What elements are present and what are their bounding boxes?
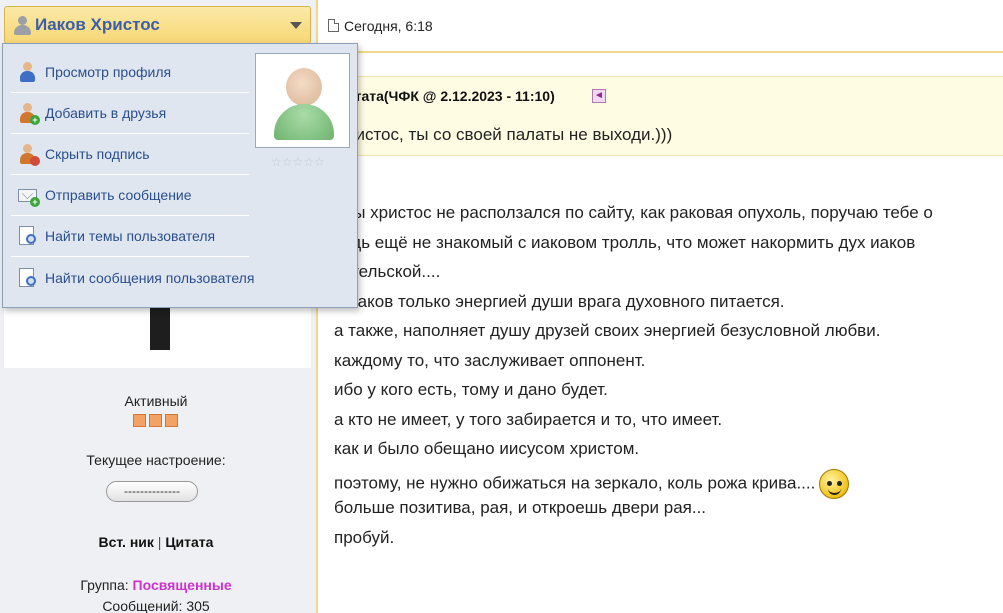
menu-item-find-posts[interactable]: Найти сообщения пользователя: [11, 257, 351, 298]
avatar: [255, 53, 350, 148]
group-label: Группа:: [80, 577, 129, 593]
send-message-icon: +: [17, 184, 40, 207]
activity-dot: [149, 414, 162, 427]
user-icon: [13, 14, 31, 36]
star-rating-text: ☆☆☆☆☆: [271, 155, 325, 169]
activity-dot: [133, 414, 146, 427]
quote-header: итата(ЧФК @ 2.12.2023 - 11:10): [346, 88, 555, 104]
menu-item-label: Скрыть подпись: [45, 146, 150, 162]
group-value: Посвященные: [132, 577, 232, 593]
post-line: больше позитива, рая, и откроешь двери р…: [334, 498, 707, 517]
post-line: о иаков только энергией души врага духов…: [334, 291, 785, 311]
post-line: а также, наполняет душу друзей своих эне…: [334, 321, 881, 340]
post-line: обы христос не расползался по сайту, как…: [334, 203, 933, 222]
mood-button[interactable]: --------------: [106, 481, 198, 502]
menu-item-label: Добавить в друзья: [45, 105, 167, 121]
activity-indicator: [133, 414, 178, 427]
jump-to-quote-icon[interactable]: ◄: [592, 89, 606, 103]
activity-dot: [165, 414, 178, 427]
post-line: пробуй.: [334, 527, 395, 547]
user-name-dropdown[interactable]: Иаков Христос: [4, 6, 311, 44]
menu-item-add-friend[interactable]: + Добавить в друзья: [11, 93, 249, 134]
search-posts-icon: [17, 267, 39, 289]
posts-label: Сообщений:: [102, 598, 183, 613]
post-line: будь ещё не знакомый с иаковом тролль, ч…: [334, 232, 916, 252]
chevron-down-icon[interactable]: [290, 22, 302, 29]
hide-signature-icon: [17, 143, 40, 166]
post-line: ангельской....: [334, 262, 441, 281]
quote-text: ристос, ты со своей палаты не выходи.))): [346, 125, 673, 144]
menu-item-label: Отправить сообщение: [45, 187, 192, 203]
add-friend-icon: +: [17, 102, 40, 125]
post-header: Сегодня, 6:18: [320, 0, 1003, 53]
insert-nick-link[interactable]: Вст. ник: [99, 534, 154, 550]
user-dropdown-menu: Просмотр профиля + Добавить в друзья Скр…: [2, 43, 358, 308]
quote-block: итата(ЧФК @ 2.12.2023 - 11:10) ◄ ристос,…: [320, 76, 1003, 156]
search-topics-icon: [17, 225, 39, 247]
posts-count: 305: [186, 598, 210, 613]
quote-link[interactable]: Цитата: [165, 534, 213, 550]
menu-item-view-profile[interactable]: Просмотр профиля: [11, 52, 249, 93]
user-group: Группа: Посвященные: [0, 577, 312, 593]
nick-quote-links: Вст. ник | Цитата: [0, 534, 312, 550]
person-icon: [17, 61, 39, 83]
user-post-count: Сообщений: 305: [0, 598, 312, 613]
menu-item-hide-signature[interactable]: Скрыть подпись: [11, 134, 249, 175]
post-date: Сегодня, 6:18: [344, 17, 433, 34]
post-body: обы христос не расползался по сайту, как…: [334, 203, 1003, 557]
post-line: поэтому, не нужно обижаться на зеркало, …: [334, 472, 816, 492]
menu-item-label: Найти сообщения пользователя: [45, 269, 255, 286]
post-line: ибо у кого есть, тому и дано будет.: [334, 380, 608, 399]
mood-label: Текущее настроение:: [86, 452, 226, 468]
online-status: Активный: [124, 393, 188, 409]
menu-item-send-message[interactable]: + Отправить сообщение: [11, 175, 249, 216]
document-icon: [328, 19, 339, 32]
post-line: а кто не имеет, у того забирается и то, …: [334, 409, 723, 429]
menu-item-label: Найти темы пользователя: [45, 228, 216, 244]
menu-item-label: Просмотр профиля: [45, 64, 172, 80]
post-line: каждому то, что заслуживает оппонент.: [334, 350, 646, 370]
post-line: как и было обещано иисусом христом.: [334, 439, 640, 458]
post-line-with-smiley: поэтому, не нужно обижаться на зеркало, …: [334, 468, 1003, 499]
menu-item-find-topics[interactable]: Найти темы пользователя: [11, 216, 249, 257]
separator: |: [157, 534, 162, 550]
user-name[interactable]: Иаков Христос: [35, 15, 160, 35]
rating-stars: ☆☆☆☆☆: [271, 156, 325, 168]
smiley-icon: [819, 468, 850, 499]
user-avatar-image: [4, 300, 311, 368]
